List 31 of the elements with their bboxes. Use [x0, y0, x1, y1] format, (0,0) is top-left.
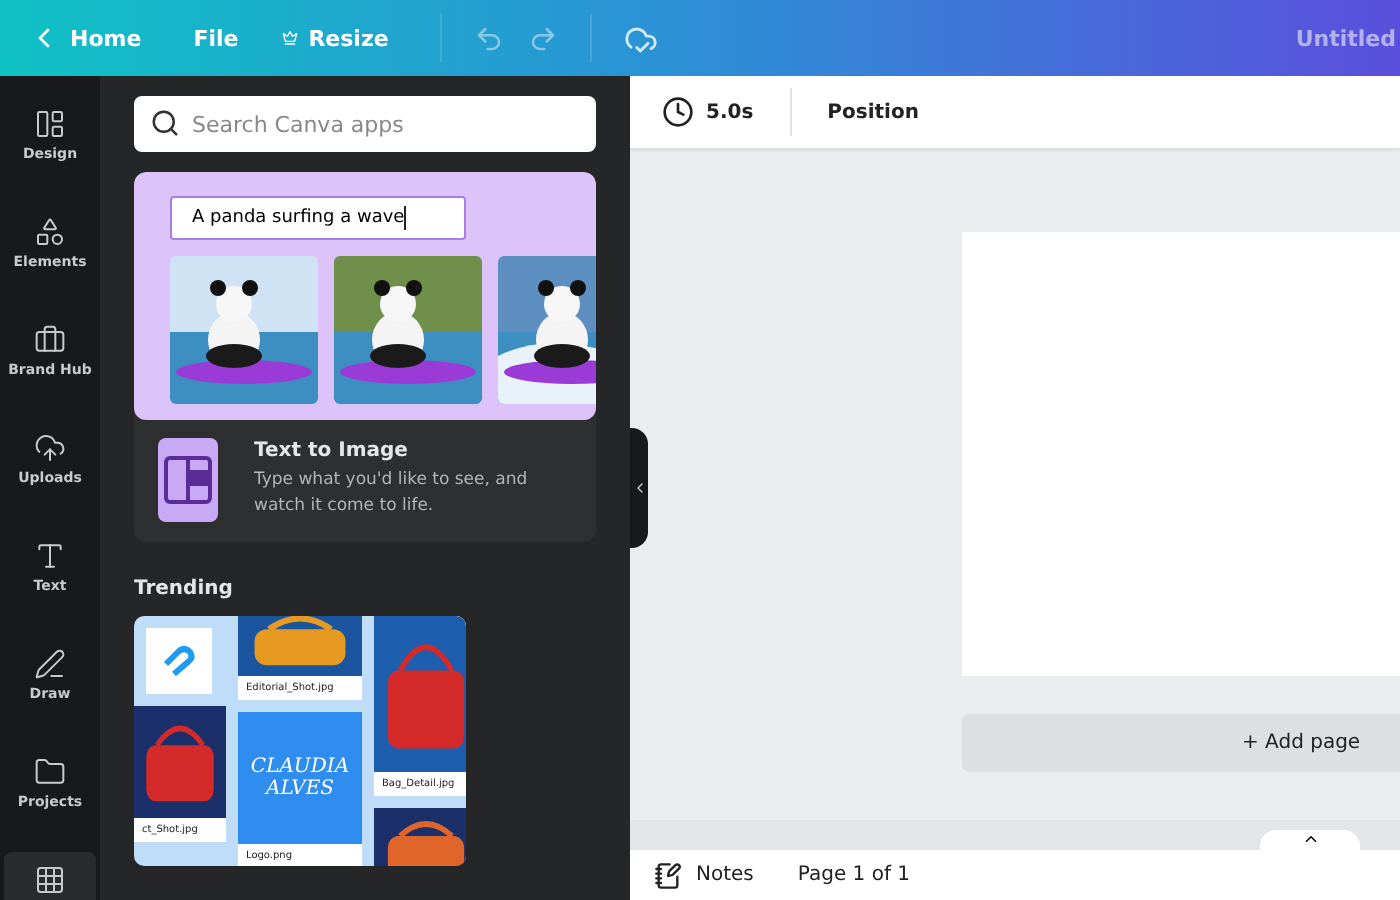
briefcase-icon [34, 324, 66, 356]
redo-icon [528, 23, 559, 53]
cloud-upload-icon [34, 432, 66, 464]
layout-icon [34, 108, 66, 140]
page-indicator[interactable]: Page 1 of 1 [797, 864, 910, 886]
feature-card[interactable]: A panda surfing a wave Text to Image Type what you'd like to see, and watch it come to life. [134, 172, 596, 542]
search-field[interactable]: Search Canva apps [134, 96, 596, 152]
clock-icon [662, 96, 694, 128]
expand-tab[interactable] [1260, 830, 1360, 850]
search-icon [150, 108, 180, 138]
notes-button[interactable]: Notes [654, 861, 754, 889]
prompt-field[interactable]: A panda surfing a wave [170, 196, 466, 240]
logo-text: ALVES [265, 778, 335, 800]
crown-icon [282, 30, 299, 46]
collapse-handle[interactable] [630, 428, 648, 548]
notes-icon [654, 861, 682, 889]
feature-title: Text to Image [254, 440, 410, 463]
pen-icon [34, 648, 66, 680]
undo-icon [474, 23, 505, 53]
feature-description: Type what you'd like to see, and watch it come to life. [254, 468, 530, 520]
duration-button[interactable]: 5.0s [650, 94, 766, 130]
position-button[interactable]: Position [815, 99, 931, 125]
section-heading: Trending [134, 578, 235, 600]
grid-icon [34, 864, 66, 896]
add-page-button[interactable]: + Add page [962, 714, 1400, 772]
shapes-icon [34, 216, 66, 248]
sidebar-item[interactable] [4, 852, 96, 900]
text-icon [34, 540, 66, 572]
caret-icon [1301, 830, 1319, 848]
folder-icon [34, 756, 66, 788]
logo-text: CLAUDIA [250, 756, 350, 778]
